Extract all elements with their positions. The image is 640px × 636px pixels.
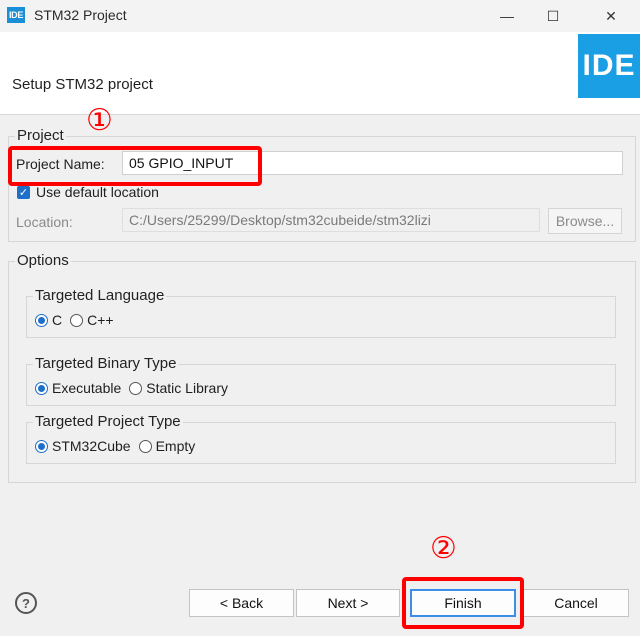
- location-input[interactable]: [122, 208, 540, 232]
- use-default-location-checkbox[interactable]: ✓: [17, 186, 30, 199]
- binary-type-group-label: Targeted Binary Type: [33, 355, 179, 372]
- app-logo-icon: IDE: [7, 7, 25, 23]
- language-option-cpp-label: C++: [87, 312, 114, 328]
- title-bar: IDE STM32 Project — ☐ ✕: [0, 0, 640, 32]
- language-radio-group: C C++: [35, 312, 122, 328]
- project-type-option-stm32cube-label: STM32Cube: [52, 438, 131, 454]
- binary-type-radio-group: Executable Static Library: [35, 380, 236, 396]
- radio-unselected-icon[interactable]: [138, 439, 152, 453]
- close-button[interactable]: ✕: [588, 0, 634, 32]
- maximize-button[interactable]: ☐: [530, 0, 576, 32]
- location-label: Location:: [16, 214, 73, 230]
- annotation-marker-1: ①: [86, 103, 113, 138]
- cancel-button[interactable]: Cancel: [523, 589, 629, 617]
- language-option-c-label: C: [52, 312, 63, 328]
- binary-option-static-library[interactable]: Static Library: [129, 380, 228, 396]
- project-type-option-empty[interactable]: Empty: [138, 438, 196, 454]
- back-button[interactable]: < Back: [189, 589, 294, 617]
- minimize-button[interactable]: —: [484, 0, 530, 32]
- project-type-option-empty-label: Empty: [155, 438, 196, 454]
- binary-option-executable-label: Executable: [52, 380, 122, 396]
- use-default-location-label: Use default location: [36, 184, 159, 200]
- annotation-marker-2: ②: [430, 531, 457, 566]
- binary-option-executable[interactable]: Executable: [35, 380, 121, 396]
- radio-selected-icon[interactable]: [35, 313, 48, 327]
- project-group-label: Project: [15, 127, 66, 144]
- binary-option-static-library-label: Static Library: [146, 380, 228, 396]
- radio-selected-icon[interactable]: [35, 381, 48, 395]
- ide-logo: IDE: [578, 34, 640, 98]
- annotation-highlight-finish: [402, 577, 524, 629]
- options-group-label: Options: [15, 252, 71, 269]
- radio-unselected-icon[interactable]: [129, 381, 143, 395]
- project-type-radio-group: STM32Cube Empty: [35, 438, 203, 454]
- annotation-highlight-project-name: [8, 146, 262, 186]
- next-button[interactable]: Next >: [296, 589, 400, 617]
- help-icon[interactable]: ?: [15, 592, 37, 614]
- radio-unselected-icon[interactable]: [70, 313, 84, 327]
- browse-button[interactable]: Browse...: [548, 208, 622, 234]
- language-option-cpp[interactable]: C++: [70, 312, 114, 328]
- language-option-c[interactable]: C: [35, 312, 62, 328]
- page-title: Setup STM32 project: [12, 76, 153, 93]
- project-type-option-stm32cube[interactable]: STM32Cube: [35, 438, 131, 454]
- language-group-label: Targeted Language: [33, 287, 167, 304]
- radio-selected-icon[interactable]: [35, 439, 48, 453]
- project-type-group-label: Targeted Project Type: [33, 413, 183, 430]
- window-title: STM32 Project: [34, 7, 127, 23]
